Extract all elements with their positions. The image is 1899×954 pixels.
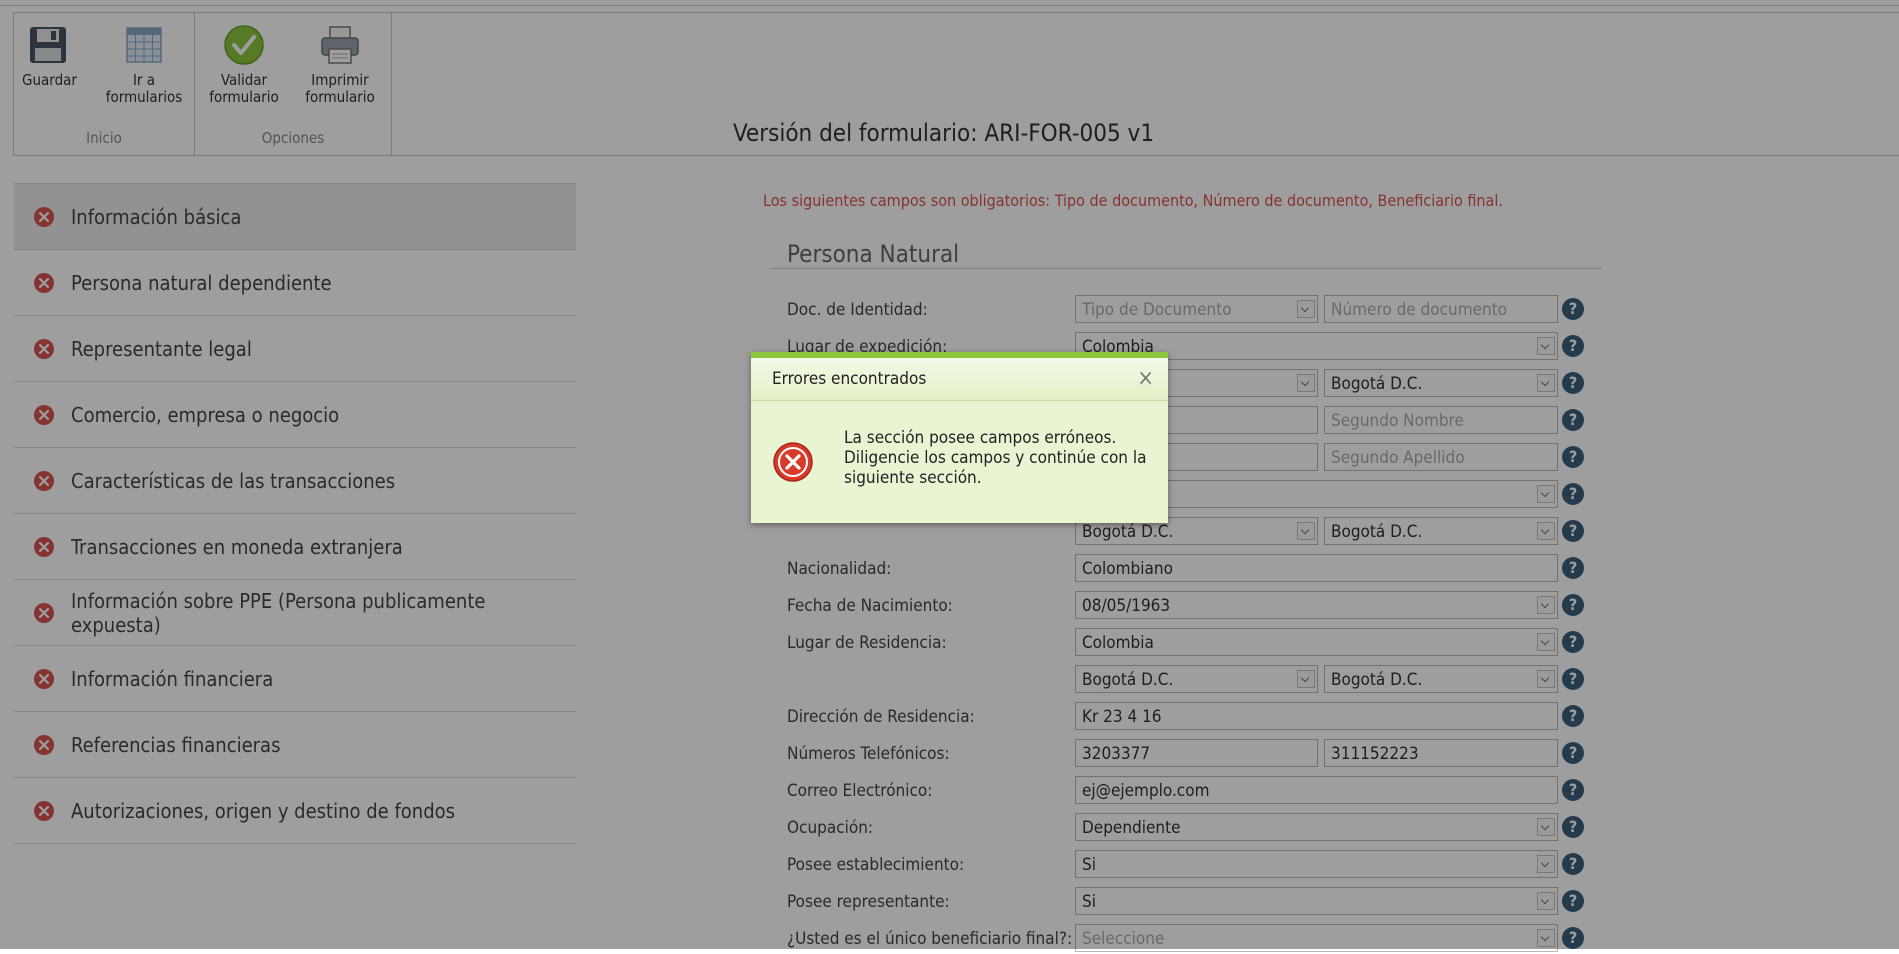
error-icon: [773, 442, 813, 482]
errors-dialog: Errores encontrados × La sección posee c…: [751, 352, 1168, 523]
close-button[interactable]: ×: [1137, 366, 1154, 391]
errors-dialog-message: La sección posee campos erróneos. Dilige…: [844, 428, 1147, 488]
errors-dialog-header: Errores encontrados ×: [751, 358, 1168, 401]
app: Guardar Ir a formularios Inicio Validar …: [0, 0, 1899, 952]
errors-dialog-title: Errores encontrados: [772, 369, 927, 389]
